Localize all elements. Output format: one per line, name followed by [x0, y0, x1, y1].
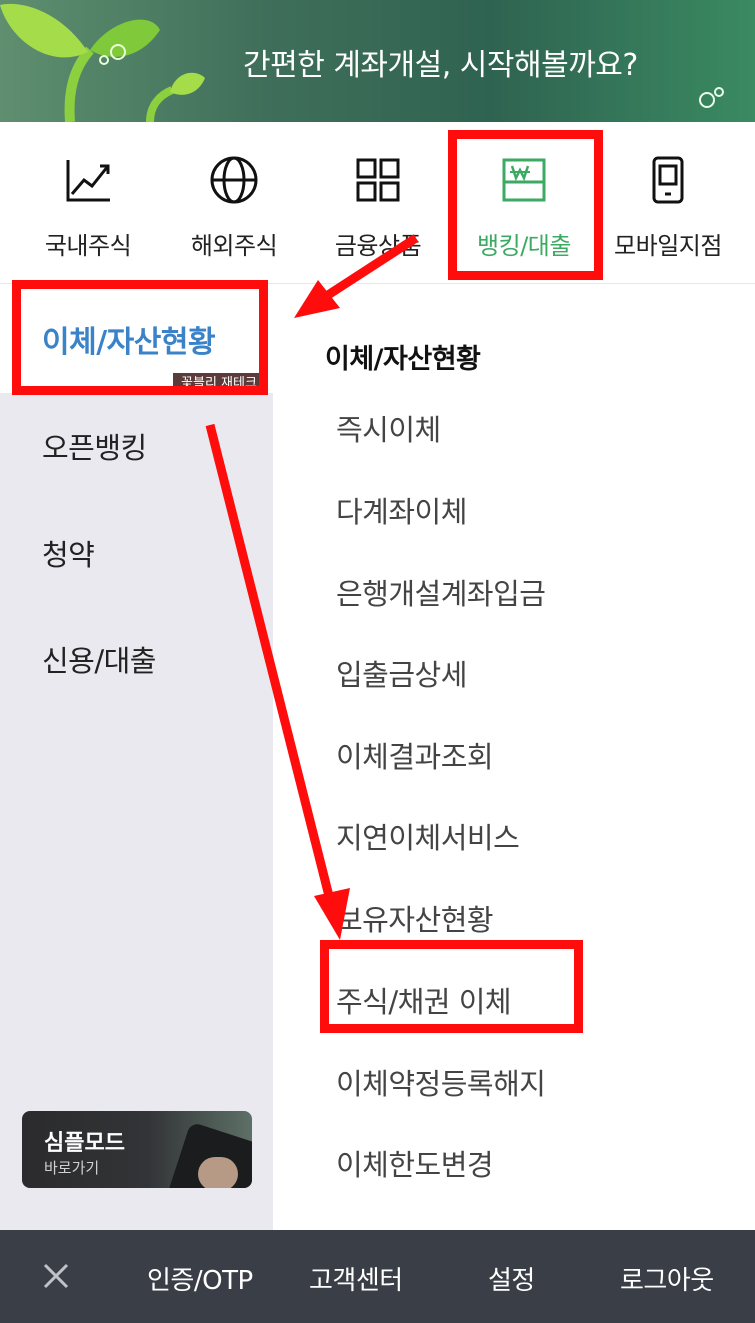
- submenu-item[interactable]: 이체약정등록해지: [336, 1061, 546, 1103]
- submenu-item[interactable]: 은행개설계좌입금: [336, 571, 546, 613]
- annotation-box-stock-bond-transfer: [320, 940, 583, 1033]
- submenu-item[interactable]: 이체한도변경: [336, 1142, 494, 1184]
- submenu-item[interactable]: 보유자산현황: [336, 897, 494, 939]
- promo-banner[interactable]: 간편한 계좌개설, 시작해볼까요?: [0, 0, 755, 122]
- simple-mode-button[interactable]: 심플모드 바로가기: [22, 1111, 252, 1188]
- mobile-phone-icon: [652, 156, 684, 204]
- settings-button[interactable]: 설정: [488, 1260, 535, 1297]
- hand-illustration: [198, 1157, 238, 1188]
- tab-label: 해외주식: [190, 232, 278, 260]
- simple-mode-title: 심플모드: [44, 1131, 125, 1156]
- submenu-item[interactable]: 입출금상세: [336, 652, 467, 694]
- category-tabs: 국내주식 해외주식 금융상품 뱅킹/대출 모바일지점: [0, 122, 755, 284]
- sprout-illustration: [0, 3, 205, 122]
- customer-center-button[interactable]: 고객센터: [309, 1260, 403, 1297]
- app-screen: 간편한 계좌개설, 시작해볼까요? 국내주식 해외주식 금융상품 뱅킹/대출 모…: [0, 0, 755, 1323]
- tab-label: 금융상품: [334, 232, 422, 260]
- tab-overseas-stock[interactable]: 해외주식: [160, 122, 308, 284]
- annotation-box-banking-tab: [448, 130, 603, 280]
- simple-mode-subtitle: 바로가기: [44, 1159, 100, 1177]
- stock-chart-icon: [66, 160, 110, 202]
- left-menu-item-subscription[interactable]: 청약: [42, 532, 95, 574]
- submenu-heading: 이체/자산현황: [325, 344, 481, 375]
- submenu-item[interactable]: 지연이체서비스: [336, 815, 520, 857]
- tab-financial-products[interactable]: 금융상품: [304, 122, 452, 284]
- submenu-item[interactable]: 다계좌이체: [336, 489, 467, 531]
- tab-mobile-branch[interactable]: 모바일지점: [594, 122, 742, 284]
- logout-button[interactable]: 로그아웃: [620, 1260, 714, 1297]
- annotation-box-transfer-menu: [12, 280, 268, 395]
- submenu-item[interactable]: 이체결과조회: [336, 734, 494, 776]
- grid-icon: [356, 158, 400, 202]
- submenu-panel: 이체/자산현황 즉시이체 다계좌이체 은행개설계좌입금 입출금상세 이체결과조회…: [273, 285, 755, 1230]
- globe-icon: [210, 156, 258, 204]
- left-menu-item-credit-loan[interactable]: 신용/대출: [42, 638, 157, 680]
- bottom-bar: 인증/OTP 고객센터 설정 로그아웃: [0, 1230, 755, 1323]
- left-menu-item-open-banking[interactable]: 오픈뱅킹: [42, 425, 147, 467]
- left-menu: 이체/자산현황 꽃블리 재테크 오픈뱅킹 청약 신용/대출 심플모드 바로가기: [0, 285, 273, 1230]
- banner-text: 간편한 계좌개설, 시작해볼까요?: [243, 48, 638, 83]
- submenu-item[interactable]: 즉시이체: [336, 407, 441, 449]
- tab-domestic-stock[interactable]: 국내주식: [14, 122, 162, 284]
- auth-otp-button[interactable]: 인증/OTP: [147, 1260, 253, 1297]
- tab-label: 국내주식: [44, 232, 132, 260]
- bubbles-decoration: [699, 87, 724, 108]
- close-icon[interactable]: [40, 1260, 72, 1292]
- tab-label: 모바일지점: [614, 232, 722, 260]
